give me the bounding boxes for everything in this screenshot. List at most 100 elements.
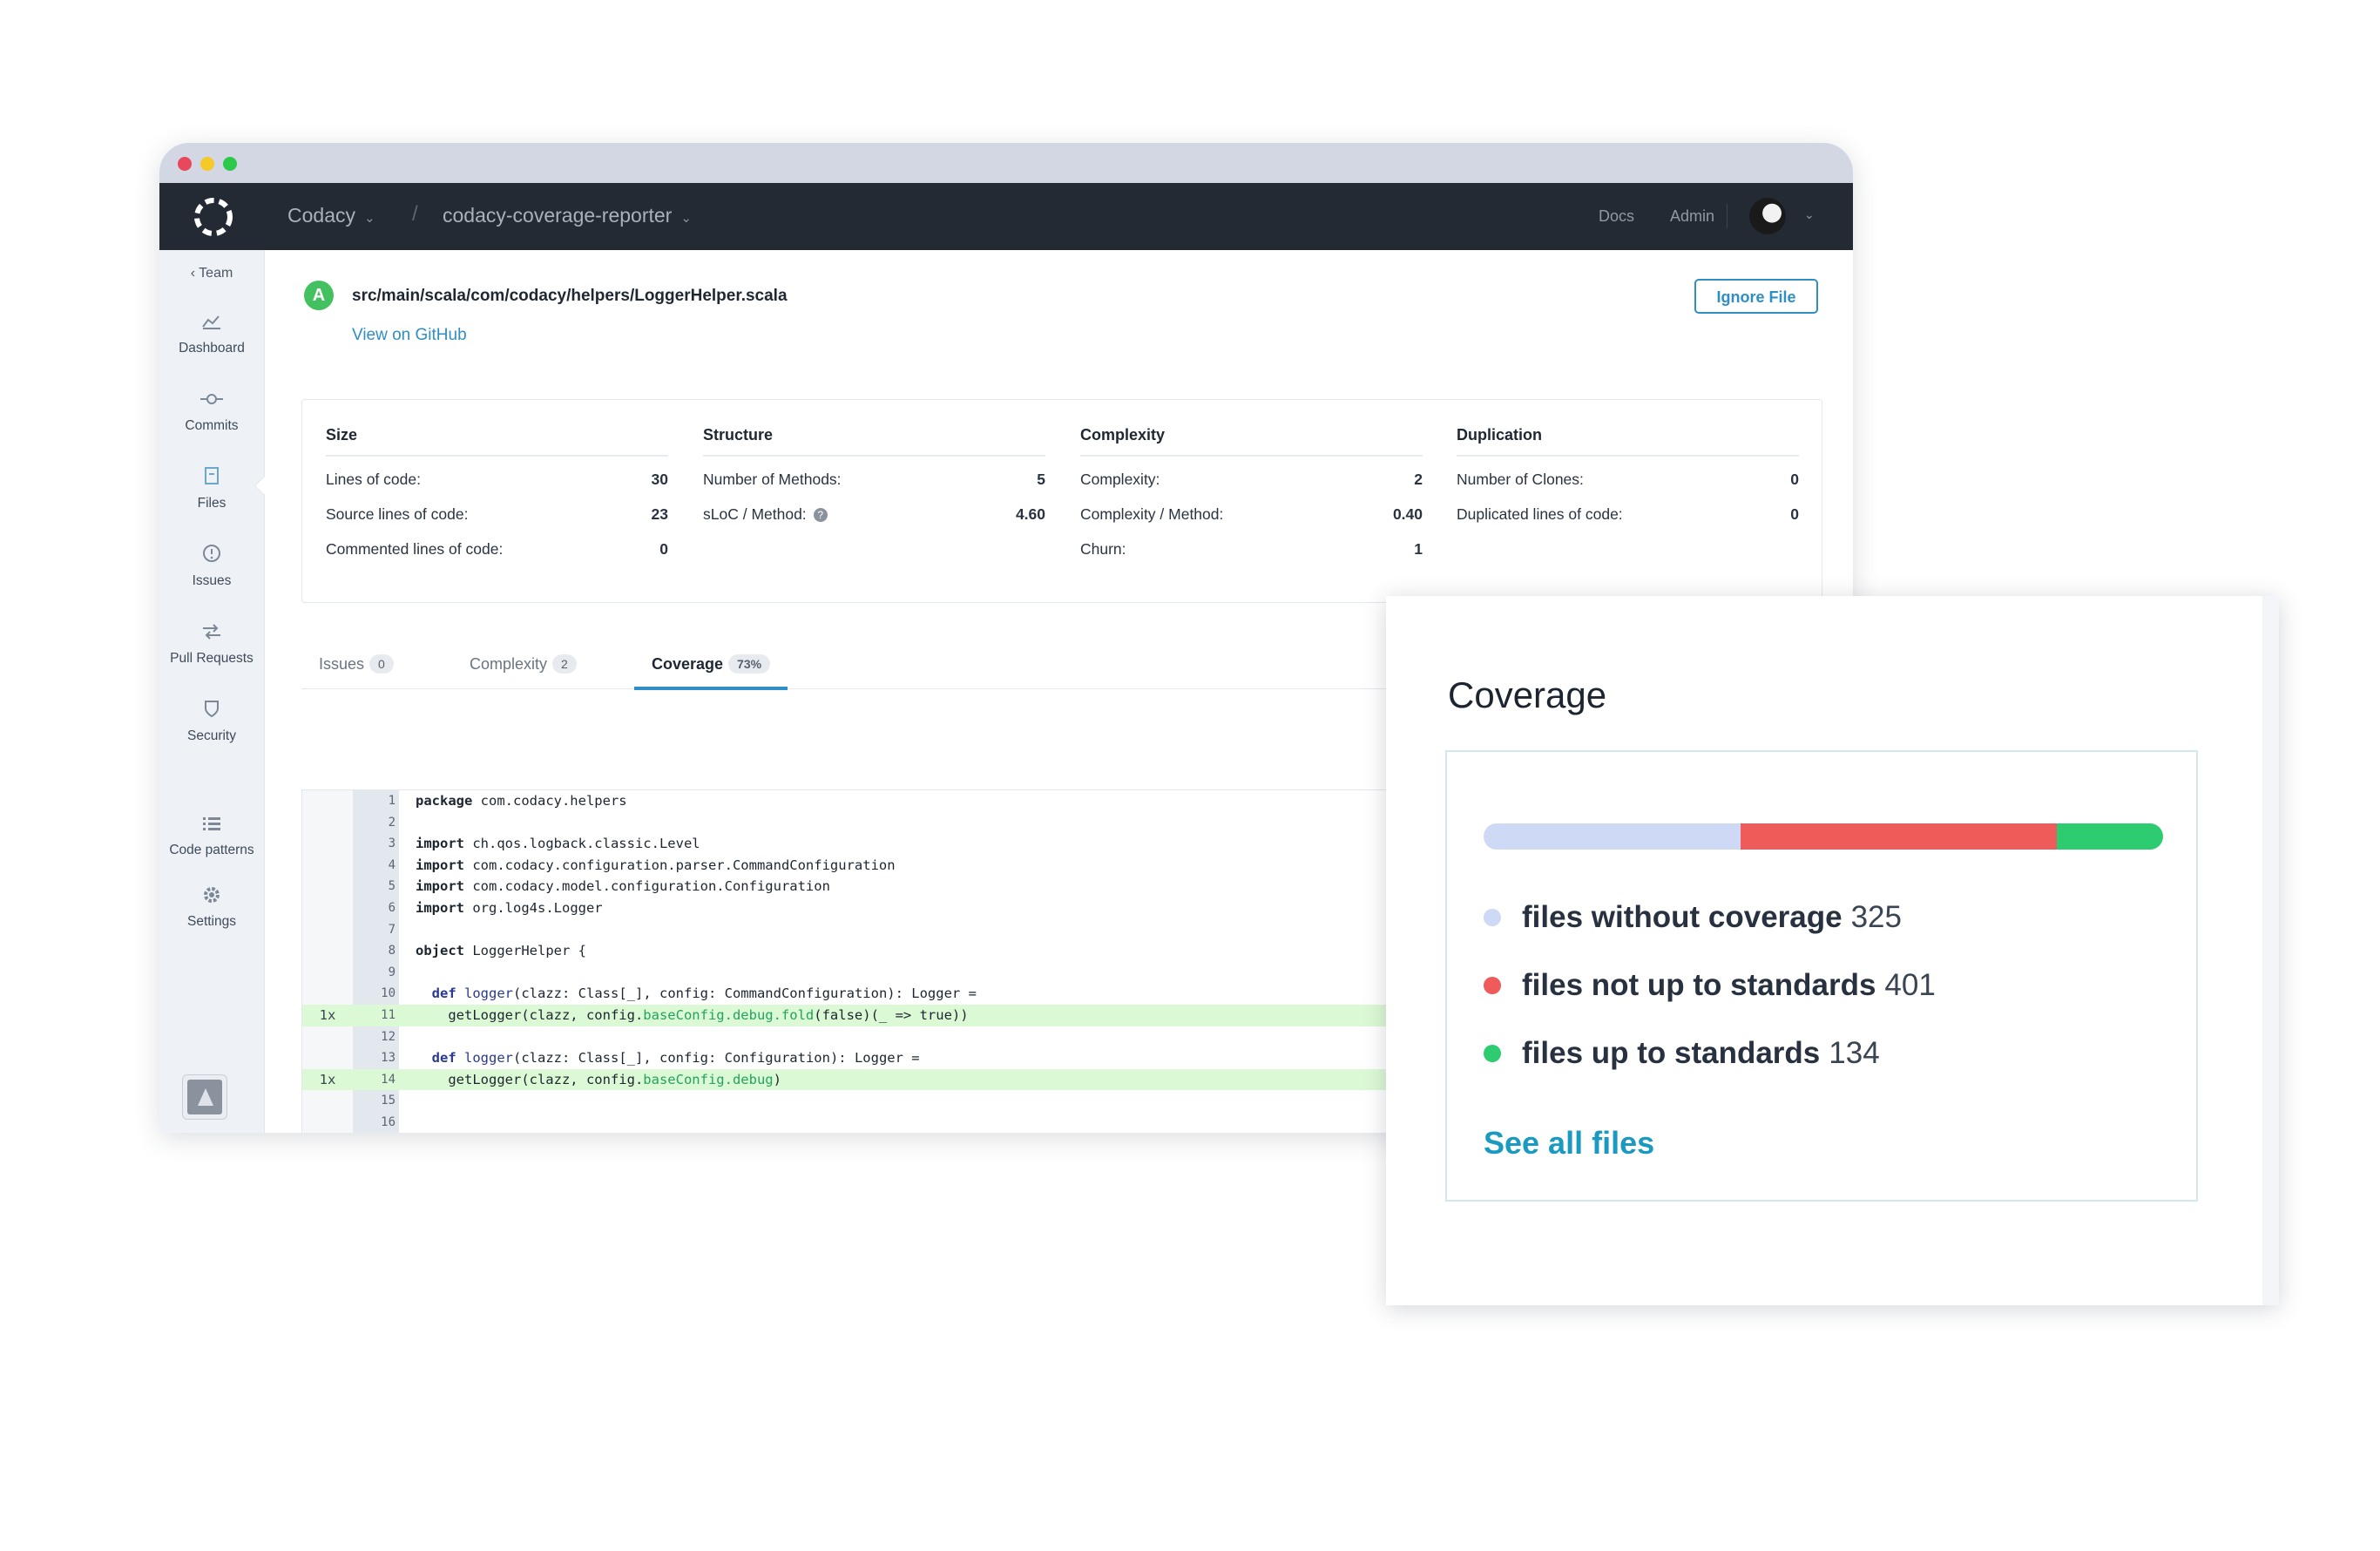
- legend-files-not-up-to-standards: files not up to standards 401: [1484, 968, 2146, 1006]
- duplication-heading: Duplication: [1457, 426, 1799, 457]
- code-text: object LoggerHelper {: [416, 943, 586, 959]
- sidebar-item-issues[interactable]: Issues: [159, 544, 264, 589]
- file-icon: [159, 466, 264, 492]
- breadcrumb-separator: /: [412, 202, 418, 226]
- legend-dot: [1484, 909, 1501, 926]
- line-number: 11: [381, 1008, 396, 1022]
- hit-count: 1x: [319, 1007, 336, 1023]
- app-badge-icon[interactable]: [182, 1074, 227, 1120]
- commit-icon: [159, 389, 264, 415]
- list-icon: [159, 813, 264, 839]
- sidebar-item-dashboard[interactable]: Dashboard: [159, 311, 264, 356]
- metric-row: Commented lines of code: 0: [326, 540, 668, 558]
- org-switcher[interactable]: Codacy ⌄: [287, 204, 375, 227]
- view-on-github-link[interactable]: View on GitHub: [352, 326, 467, 345]
- code-text: import com.codacy.configuration.parser.C…: [416, 857, 896, 873]
- legend-files-without-coverage: files without coverage 325: [1484, 900, 2146, 938]
- minimize-window-button[interactable]: [200, 157, 214, 171]
- tab-coverage[interactable]: Coverage 73%: [633, 652, 788, 690]
- sidebar-item-settings[interactable]: Settings: [159, 884, 264, 930]
- sidebar-item-code-patterns[interactable]: Code patterns: [159, 813, 264, 858]
- metric-row: Complexity: 2: [1080, 471, 1423, 488]
- sidebar: ‹ Team Dashboard Commits Files Issues Pu…: [159, 250, 274, 1133]
- metric-row: Complexity / Method: 0.40: [1080, 505, 1423, 523]
- user-avatar[interactable]: [1749, 198, 1786, 234]
- line-number: 1: [388, 794, 396, 808]
- code-text: def logger(clazz: Class[_], config: Conf…: [431, 1050, 920, 1067]
- sidebar-item-security[interactable]: Security: [159, 699, 264, 744]
- file-metrics-panel: Size Lines of code: 30 Source lines of co…: [301, 399, 1822, 603]
- grade-badge: A: [304, 281, 334, 310]
- close-window-button[interactable]: [178, 157, 192, 171]
- chart-icon: [159, 311, 264, 337]
- window-chrome: [159, 143, 1853, 183]
- code-text: package com.codacy.helpers: [416, 793, 627, 809]
- count-badge: 73%: [728, 654, 771, 674]
- maximize-window-button[interactable]: [223, 157, 237, 171]
- line-number: 14: [381, 1072, 396, 1087]
- sidebar-item-files[interactable]: Files: [159, 466, 264, 511]
- metric-row: Lines of code: 30: [326, 471, 668, 488]
- legend-dot: [1484, 977, 1501, 994]
- code-text: import org.log4s.Logger: [416, 900, 603, 916]
- codacy-logo-icon[interactable]: [191, 194, 236, 240]
- sidebar-item-label: Commits: [185, 418, 239, 433]
- coverage-distribution-bar: [1484, 823, 2163, 850]
- sidebar-item-label: Security: [187, 728, 236, 743]
- help-icon[interactable]: ?: [813, 508, 828, 522]
- sidebar-item-label: Settings: [186, 914, 236, 929]
- coverage-bar-segment: [2057, 823, 2163, 850]
- coverage-bar-segment: [1740, 823, 2058, 850]
- size-heading: Size: [326, 426, 668, 457]
- count-badge: 0: [369, 654, 394, 674]
- pull-request-icon: [159, 621, 264, 647]
- sidebar-item-label: Dashboard: [179, 341, 245, 356]
- repo-switcher[interactable]: codacy-coverage-reporter ⌄: [443, 204, 692, 227]
- sidebar-item-label: Pull Requests: [170, 651, 254, 666]
- coverage-bar-segment: [1484, 823, 1741, 850]
- chevron-down-icon: ⌄: [680, 211, 692, 226]
- legend-dot: [1484, 1045, 1501, 1062]
- line-number: 15: [381, 1094, 396, 1108]
- code-text: def logger(clazz: Class[_], config: Comm…: [431, 985, 977, 1002]
- line-number: 8: [388, 944, 396, 958]
- sidebar-item-pull-requests[interactable]: Pull Requests: [159, 621, 264, 667]
- code-text: import ch.qos.logback.classic.Level: [416, 836, 700, 852]
- back-to-team-link[interactable]: ‹ Team: [159, 266, 264, 281]
- count-badge: 2: [552, 654, 577, 674]
- nav-divider: [1727, 204, 1728, 228]
- line-number: 2: [388, 815, 396, 830]
- metric-row: Source lines of code: 23: [326, 505, 668, 523]
- chevron-down-icon[interactable]: ⌄: [1804, 207, 1815, 222]
- line-number: 12: [381, 1029, 396, 1044]
- sidebar-item-label: Files: [197, 496, 227, 511]
- ignore-file-button[interactable]: Ignore File: [1694, 279, 1818, 314]
- sidebar-item-label: Code patterns: [169, 843, 254, 857]
- line-number: 10: [381, 986, 396, 1001]
- line-number: 5: [388, 879, 396, 894]
- metric-row: Duplicated lines of code: 0: [1457, 505, 1799, 523]
- metric-row: sLoC / Method:? 4.60: [703, 505, 1045, 523]
- sidebar-item-commits[interactable]: Commits: [159, 389, 264, 434]
- line-number: 4: [388, 857, 396, 872]
- legend-files-up-to-standards: files up to standards 134: [1484, 1036, 2146, 1074]
- tab-issues[interactable]: Issues 0: [319, 652, 394, 688]
- coverage-title: Coverage: [1448, 674, 1607, 715]
- top-navigation-bar: Codacy ⌄ / codacy-coverage-reporter ⌄ Docs…: [159, 183, 1853, 250]
- structure-heading: Structure: [703, 426, 1045, 457]
- file-path: src/main/scala/com/codacy/helpers/Logger…: [352, 287, 788, 305]
- tab-complexity[interactable]: Complexity 2: [470, 652, 577, 688]
- docs-link[interactable]: Docs: [1599, 207, 1634, 226]
- metric-row: Churn: 1: [1080, 540, 1423, 558]
- sidebar-item-label: Issues: [192, 573, 232, 588]
- shield-icon: [159, 699, 264, 725]
- card-scroll-edge: [2262, 596, 2279, 1305]
- line-number: 13: [381, 1051, 396, 1066]
- code-text: getLogger(clazz, config.baseConfig.debug…: [416, 1007, 969, 1023]
- code-text: import com.codacy.model.configuration.Co…: [416, 878, 830, 895]
- metric-row: Number of Clones: 0: [1457, 471, 1799, 488]
- chevron-down-icon: ⌄: [363, 211, 375, 226]
- see-all-files-link[interactable]: See all files: [1484, 1125, 1654, 1162]
- admin-link[interactable]: Admin: [1670, 207, 1714, 226]
- line-number: 7: [388, 922, 396, 937]
